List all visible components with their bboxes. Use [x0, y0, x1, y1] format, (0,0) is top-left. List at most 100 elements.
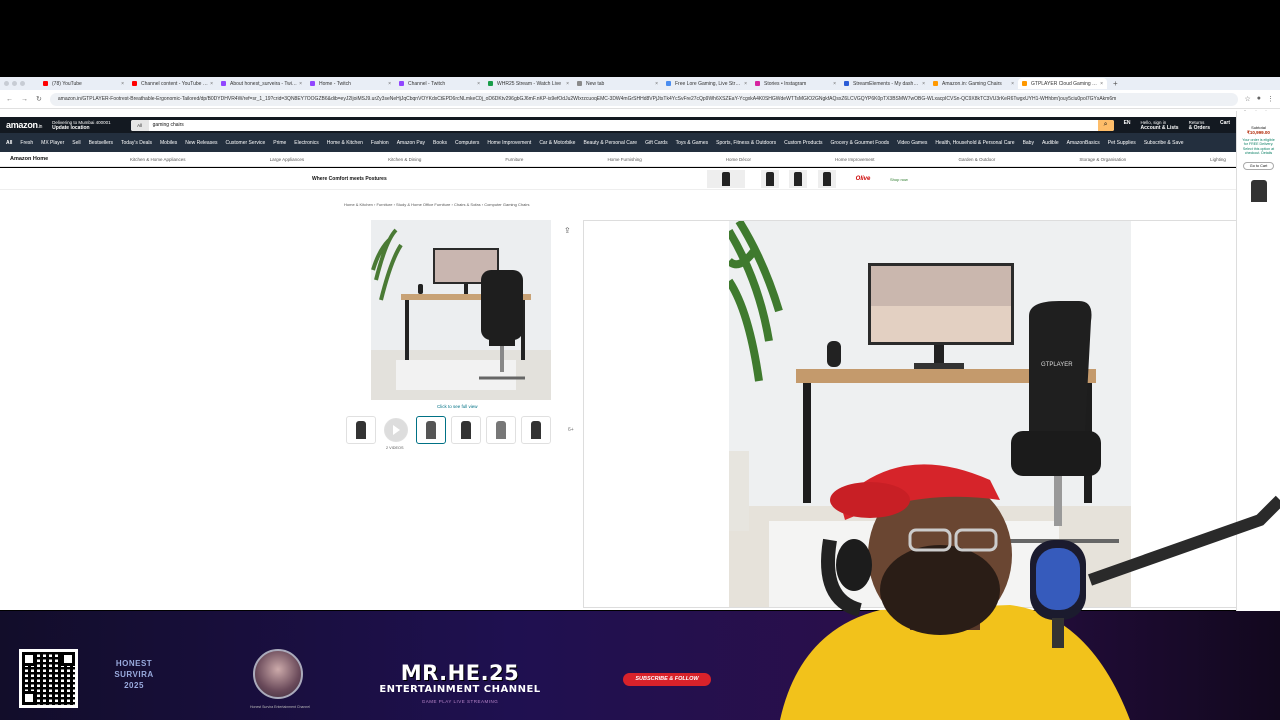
subnav-link[interactable]: Home Décor [726, 157, 751, 162]
browser-tab[interactable]: Amazon.in: Gaming Chairs × [929, 78, 1018, 89]
subnav-link[interactable]: Large Appliances [270, 157, 305, 162]
close-icon[interactable]: × [744, 81, 747, 87]
search-icon[interactable]: ⌕ [1097, 119, 1114, 131]
close-icon[interactable]: × [121, 81, 124, 87]
subnav-link[interactable]: Kitchen & Home Appliances [130, 157, 186, 162]
nav-link[interactable]: Prime [273, 140, 286, 146]
close-icon[interactable]: × [566, 81, 569, 87]
thumbnail[interactable] [521, 416, 551, 444]
browser-tab[interactable]: About honest_surveira - Twitch × [217, 78, 306, 89]
browser-tab[interactable]: Channel content - YouTube Studio× [128, 78, 217, 89]
nav-link[interactable]: Car & Motorbike [539, 140, 575, 146]
tab-label: New tab [586, 80, 605, 87]
subnav-link[interactable]: Storage & Organisation [1079, 157, 1126, 162]
nav-link[interactable]: Fresh [20, 140, 33, 146]
close-icon[interactable]: × [1011, 81, 1014, 87]
close-icon[interactable]: × [922, 81, 925, 87]
nav-link[interactable]: Gift Cards [645, 140, 668, 146]
nav-link[interactable]: Toys & Games [676, 140, 709, 146]
browser-tab[interactable]: Channel - Twitch × [395, 78, 484, 89]
more-thumbnails[interactable]: 6+ [568, 427, 574, 433]
cart-button[interactable]: Cart [1220, 120, 1230, 131]
thumbnail[interactable] [486, 416, 516, 444]
delivery-location[interactable]: Delivering to Mumbai 400001 Update locat… [52, 120, 111, 131]
nav-link[interactable]: Today's Deals [121, 140, 152, 146]
video-thumbnail[interactable] [384, 418, 408, 442]
close-icon[interactable]: × [210, 81, 213, 87]
returns-orders[interactable]: Returns & Orders [1189, 120, 1210, 131]
nav-link[interactable]: Sports, Fitness & Outdoors [716, 140, 776, 146]
subnav-link[interactable]: Home Improvement [835, 157, 875, 162]
nav-link[interactable]: Customer Service [226, 140, 266, 146]
product-main-image[interactable] [371, 220, 551, 400]
nav-link[interactable]: Grocery & Gourmet Foods [831, 140, 890, 146]
amazon-logo[interactable]: amazon.in [6, 120, 42, 130]
tab-favicon-icon [844, 81, 849, 86]
browser-tab[interactable]: Stories • Instagram × [751, 78, 840, 89]
nav-link[interactable]: Home Improvement [487, 140, 531, 146]
browser-tab[interactable]: StreamElements - My dashboard × [840, 78, 929, 89]
share-icon[interactable]: ⇪ [564, 226, 571, 235]
sponsored-banner[interactable]: Where Comfort meets Postures Olive Shop … [0, 168, 1236, 194]
nav-link[interactable]: Computers [455, 140, 479, 146]
browser-tab[interactable]: New tab × [573, 78, 662, 89]
close-icon[interactable]: × [388, 81, 391, 87]
all-menu-button[interactable]: All [6, 140, 12, 146]
star-icon[interactable]: ☆ [1244, 95, 1250, 103]
reload-icon[interactable]: ↻ [36, 95, 42, 103]
nav-link[interactable]: New Releases [185, 140, 217, 146]
browser-tab[interactable]: (78) YouTube × [39, 78, 128, 89]
image-zoom-panel: GTPLAYER [583, 220, 1276, 608]
click-full-view-link[interactable]: Click to see full view [437, 404, 478, 409]
nav-link[interactable]: Fashion [371, 140, 389, 146]
thumbnail[interactable] [451, 416, 481, 444]
thumbnail-selected[interactable] [416, 416, 446, 444]
back-icon[interactable]: ← [6, 96, 13, 103]
subnav-link[interactable]: Kitchen & Dining [388, 157, 421, 162]
subnav-link[interactable]: Lighting [1210, 157, 1226, 162]
browser-tab[interactable]: WHR25 Stream - Watch Live × [484, 78, 573, 89]
nav-link[interactable]: Custom Products [784, 140, 822, 146]
thumbnail[interactable] [346, 416, 376, 444]
nav-link[interactable]: Mobiles [160, 140, 177, 146]
nav-link[interactable]: MX Player [41, 140, 64, 146]
language-select[interactable]: EN [1124, 120, 1131, 131]
nav-link[interactable]: Amazon Pay [397, 140, 425, 146]
browser-tab[interactable]: Free Lore Gaming, Live Stream × [662, 78, 751, 89]
nav-link[interactable]: Pet Supplies [1108, 140, 1136, 146]
profile-icon[interactable]: ● [1257, 95, 1261, 103]
new-tab-button[interactable]: + [1113, 79, 1118, 88]
forward-icon[interactable]: → [21, 96, 28, 103]
nav-link[interactable]: Baby [1023, 140, 1034, 146]
nav-link[interactable]: Electronics [294, 140, 318, 146]
close-icon[interactable]: × [833, 81, 836, 87]
store-name[interactable]: Amazon Home [10, 156, 130, 162]
account-menu[interactable]: Hello, sign in Account & Lists [1141, 120, 1179, 131]
nav-link[interactable]: Health, Household & Personal Care [935, 140, 1014, 146]
search-category-select[interactable]: All [130, 119, 149, 131]
go-to-cart-button[interactable]: Go to Cart [1243, 161, 1274, 170]
browser-tab[interactable]: GTPLAYER Cloud Gaming C... × [1018, 78, 1107, 89]
banner-shop-now-link[interactable]: Shop now [890, 177, 908, 182]
breadcrumb[interactable]: Home & Kitchen › Furniture › Study & Hom… [344, 202, 530, 207]
search-input[interactable]: gaming chairs [149, 120, 1098, 131]
close-icon[interactable]: × [655, 81, 658, 87]
close-icon[interactable]: × [1100, 81, 1103, 87]
nav-link[interactable]: AmazonBasics [1067, 140, 1100, 146]
close-icon[interactable]: × [299, 81, 302, 87]
subnav-link[interactable]: Garden & Outdoor [959, 157, 996, 162]
nav-link[interactable]: Subscribe & Save [1144, 140, 1184, 146]
nav-link[interactable]: Home & Kitchen [327, 140, 363, 146]
nav-link[interactable]: Bestsellers [89, 140, 113, 146]
subnav-link[interactable]: Furniture [505, 157, 523, 162]
url-field[interactable]: amazon.in/GTPLAYER-Footrest-Breathable-E… [49, 92, 1239, 106]
browser-tab[interactable]: Home - Twitch × [306, 78, 395, 89]
nav-link[interactable]: Beauty & Personal Care [583, 140, 637, 146]
menu-icon[interactable]: ⋮ [1267, 95, 1274, 103]
nav-link[interactable]: Video Games [897, 140, 927, 146]
nav-link[interactable]: Books [433, 140, 447, 146]
close-icon[interactable]: × [477, 81, 480, 87]
subnav-link[interactable]: Home Furnishing [607, 157, 641, 162]
nav-link[interactable]: Audible [1042, 140, 1059, 146]
nav-link[interactable]: Sell [72, 140, 80, 146]
